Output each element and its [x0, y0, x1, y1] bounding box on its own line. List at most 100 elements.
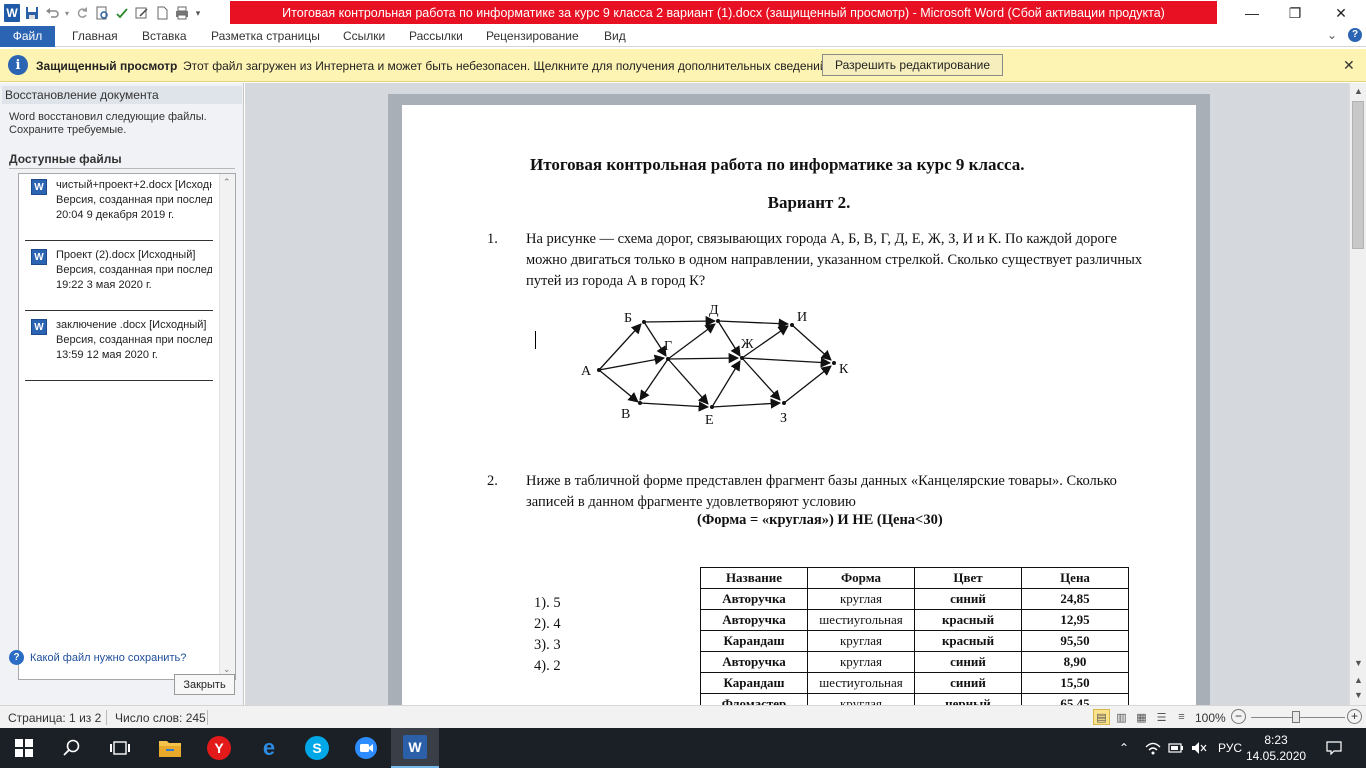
table-cell: красный	[914, 630, 1022, 652]
road-graph: А Б В Г Д Е Ж З И К	[581, 303, 849, 428]
word-count[interactable]: Число слов: 245	[115, 711, 206, 725]
zoom-out-button[interactable]: −	[1231, 709, 1246, 724]
outline-icon[interactable]: ☰	[1153, 709, 1170, 725]
zoom-app-icon[interactable]	[342, 728, 390, 768]
tab-mailings[interactable]: Рассылки	[409, 26, 463, 47]
word-file-icon: W	[31, 179, 47, 195]
help-link-text[interactable]: Какой файл нужно сохранить?	[30, 652, 186, 664]
help-link[interactable]: ? Какой файл нужно сохранить?	[9, 650, 186, 665]
close-button[interactable]: ✕	[1318, 0, 1364, 26]
next-page-icon[interactable]: ▼	[1354, 690, 1363, 700]
document-scrollbar[interactable]: ▲ ▼ ▲ ▼	[1349, 83, 1366, 705]
input-language[interactable]: РУС	[1218, 728, 1242, 768]
file-name: заключение .docx [Исходный]	[56, 319, 207, 331]
tab-page-layout[interactable]: Разметка страницы	[211, 26, 320, 47]
close-pane-button[interactable]: Закрыть	[174, 674, 235, 695]
undo-icon[interactable]	[42, 3, 62, 23]
ribbon-collapse-icon[interactable]: ⌄	[1327, 28, 1337, 42]
tab-review[interactable]: Рецензирование	[486, 26, 579, 47]
word-file-icon: W	[31, 249, 47, 265]
status-divider	[106, 710, 107, 725]
show-hidden-icons[interactable]: ⌃	[1119, 728, 1129, 768]
zoom-slider-thumb[interactable]	[1292, 711, 1300, 723]
table-cell: Фломастер	[700, 693, 808, 705]
print-preview-icon[interactable]	[92, 3, 112, 23]
print-layout-icon[interactable]: ▤	[1093, 709, 1110, 725]
zoom-in-button[interactable]: +	[1347, 709, 1362, 724]
web-layout-icon[interactable]: ▦	[1133, 709, 1150, 725]
file-date: 19:22 3 мая 2020 г.	[56, 279, 152, 291]
maximize-button[interactable]: ❐	[1272, 0, 1318, 26]
new-document-icon[interactable]	[152, 3, 172, 23]
file-explorer-icon[interactable]	[146, 728, 194, 768]
notifications-icon[interactable]	[1326, 728, 1342, 768]
system-clock[interactable]: 8:23 14.05.2020	[1246, 732, 1306, 764]
taskbar: Y e S W ⌃ РУС 8:23 14.05.2020	[0, 728, 1366, 768]
scroll-up-icon[interactable]: ⌃	[223, 177, 231, 188]
document-area: Итоговая контрольная работа по информати…	[245, 83, 1349, 705]
spelling-icon[interactable]	[112, 3, 132, 23]
table-row: Авторучка круглая синий 8,90	[700, 651, 1129, 673]
table-cell: Карандаш	[700, 672, 808, 694]
full-screen-reading-icon[interactable]: ▥	[1113, 709, 1130, 725]
list-item[interactable]: W заключение .docx [Исходный] Версия, со…	[25, 314, 213, 381]
search-icon[interactable]	[48, 728, 96, 768]
document-page[interactable]: Итоговая контрольная работа по информати…	[402, 105, 1196, 705]
table-row: Карандаш шестиугольная синий 15,50	[700, 672, 1129, 694]
enable-editing-button[interactable]: Разрешить редактирование	[822, 54, 1003, 76]
windows-icon	[15, 739, 33, 757]
page-count[interactable]: Страница: 1 из 2	[8, 711, 101, 725]
volume-icon[interactable]	[1191, 728, 1207, 768]
table-cell: шестиугольная	[807, 672, 915, 694]
table-cell: 65,45	[1021, 693, 1129, 705]
draft-icon[interactable]: ≡	[1173, 709, 1190, 725]
title-bar: W ▾ ▾ Итоговая контрольная работа по инф…	[0, 0, 1366, 26]
zoom-level[interactable]: 100%	[1195, 711, 1226, 725]
list-item[interactable]: W чистый+проект+2.docx [Исходный] Версия…	[25, 174, 213, 241]
quick-print-icon[interactable]	[172, 3, 192, 23]
table-cell: 12,95	[1021, 609, 1129, 631]
protected-view-message[interactable]: Этот файл загружен из Интернета и может …	[183, 59, 830, 73]
word-taskbar-icon[interactable]: W	[391, 728, 439, 768]
scroll-down-icon[interactable]: ▼	[1354, 658, 1363, 668]
scroll-thumb[interactable]	[1352, 101, 1364, 249]
question-text: На рисунке — схема дорог, связывающих го…	[526, 231, 1143, 289]
tab-home[interactable]: Главная	[72, 26, 118, 47]
scroll-up-icon[interactable]: ▲	[1354, 86, 1363, 96]
recovery-description: Word восстановил следующие файлы. Сохран…	[9, 111, 207, 136]
question-number: 1.	[487, 231, 498, 247]
ribbon-tabs: Файл Главная Вставка Разметка страницы С…	[0, 26, 1366, 47]
edit-icon[interactable]	[132, 3, 152, 23]
close-icon[interactable]: ✕	[1343, 57, 1355, 74]
tab-file[interactable]: Файл	[0, 26, 55, 47]
previous-page-icon[interactable]: ▲	[1354, 675, 1363, 685]
word-app-icon[interactable]: W	[2, 3, 22, 23]
tab-view[interactable]: Вид	[604, 26, 626, 47]
help-icon[interactable]: ?	[1348, 28, 1362, 42]
save-icon[interactable]	[22, 3, 42, 23]
network-icon[interactable]	[1145, 728, 1161, 768]
clock-date: 14.05.2020	[1246, 749, 1307, 763]
customize-qat-icon[interactable]: ▾	[192, 3, 204, 23]
column-header: Цвет	[914, 567, 1022, 589]
task-view-icon[interactable]	[96, 728, 144, 768]
column-header: Название	[700, 567, 808, 589]
file-list-scrollbar[interactable]: ⌃ ⌄	[219, 174, 235, 679]
start-button[interactable]	[0, 728, 48, 768]
yandex-browser-icon[interactable]: Y	[195, 728, 243, 768]
view-buttons: ▤ ▥ ▦ ☰ ≡	[1093, 709, 1190, 725]
table-cell: 95,50	[1021, 630, 1129, 652]
minimize-button[interactable]: —	[1229, 0, 1275, 26]
battery-icon[interactable]	[1168, 728, 1184, 768]
tab-references[interactable]: Ссылки	[343, 26, 385, 47]
window-title: Итоговая контрольная работа по информати…	[230, 1, 1217, 24]
table-cell: Авторучка	[700, 609, 808, 631]
database-table: Название Форма Цвет Цена Авторучка кругл…	[700, 567, 1129, 705]
edge-icon[interactable]: e	[245, 728, 293, 768]
word-file-icon: W	[31, 319, 47, 335]
undo-dropdown-icon[interactable]: ▾	[62, 3, 72, 23]
tab-insert[interactable]: Вставка	[142, 26, 187, 47]
skype-icon[interactable]: S	[293, 728, 341, 768]
redo-icon[interactable]	[72, 3, 92, 23]
list-item[interactable]: W Проект (2).docx [Исходный] Версия, соз…	[25, 244, 213, 311]
